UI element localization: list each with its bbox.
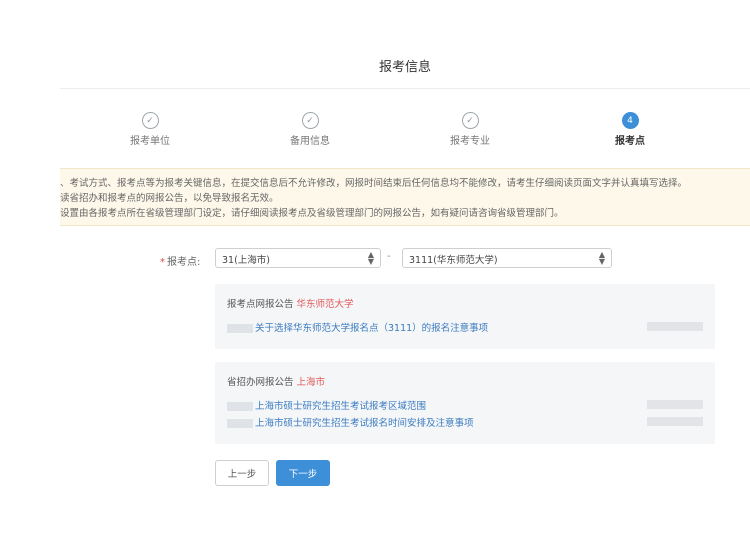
next-step-button[interactable]: 下一步 <box>276 460 330 486</box>
step-4: 4 报考点 <box>590 112 670 147</box>
select-arrows-icon: ▲ ▼ <box>598 250 605 266</box>
step-indicator: ✓ 报考单位 ✓ 备用信息 ✓ 报考专业 4 报考点 <box>60 112 750 152</box>
registration-page: 报考信息 ✓ 报考单位 ✓ 备用信息 ✓ 报考专业 4 报考点 、考试方式、报考… <box>60 40 750 520</box>
redacted-text <box>227 402 253 411</box>
notice-link[interactable]: 上海市硕士研究生招生考试报名时间安排及注意事项 <box>255 418 474 429</box>
notice-title-text: 报考点网报公告 <box>227 299 294 310</box>
notice-box: 、考试方式、报考点等为报考关键信息，在提交信息后不允许修改，网报时间结束后任何信… <box>60 168 750 226</box>
redacted-date <box>647 400 703 409</box>
notice-link-row: 上海市硕士研究生招生考试报名时间安排及注意事项 <box>227 415 703 429</box>
notice-line: 读省招办和报考点的网报公告，以免导致报名无效。 <box>60 193 279 204</box>
notice-link[interactable]: 上海市硕士研究生招生考试报考区域范围 <box>255 401 426 412</box>
step-number-icon: 4 <box>621 112 639 129</box>
site-notice-title: 报考点网报公告 华东师范大学 <box>227 296 703 310</box>
site-select[interactable]: 3111(华东师范大学) ▲ ▼ <box>402 248 612 268</box>
prev-step-button[interactable]: 上一步 <box>215 460 269 486</box>
step-label: 报考点 <box>615 136 645 147</box>
step-label: 报考专业 <box>450 136 490 147</box>
check-icon: ✓ <box>141 112 159 129</box>
notice-link[interactable]: 关于选择华东师范大学报名点（3111）的报名注意事项 <box>255 323 488 334</box>
select-separator: - <box>387 251 391 262</box>
title-divider <box>60 88 750 89</box>
notice-line: 、考试方式、报考点等为报考关键信息，在提交信息后不允许修改，网报时间结束后任何信… <box>60 178 688 189</box>
province-notice-title: 省招办网报公告 上海市 <box>227 374 703 388</box>
province-select-value: 31(上海市) <box>222 255 271 266</box>
step-2: ✓ 备用信息 <box>270 112 350 147</box>
redacted-text <box>227 324 253 333</box>
page-title: 报考信息 <box>378 60 431 75</box>
province-select[interactable]: 31(上海市) ▲ ▼ <box>215 248 381 268</box>
step-label: 备用信息 <box>290 136 330 147</box>
required-mark: * <box>160 257 165 268</box>
notice-link-row: 上海市硕士研究生招生考试报考区域范围 <box>227 398 703 412</box>
notice-link-row: 关于选择华东师范大学报名点（3111）的报名注意事项 <box>227 320 703 334</box>
select-arrows-icon: ▲ ▼ <box>367 250 374 266</box>
site-notice-panel: 报考点网报公告 华东师范大学 关于选择华东师范大学报名点（3111）的报名注意事… <box>215 284 715 349</box>
field-label-text: 报考点: <box>167 257 201 268</box>
site-select-value: 3111(华东师范大学) <box>409 255 498 266</box>
check-icon: ✓ <box>301 112 319 129</box>
redacted-date <box>647 417 703 426</box>
notice-line: 设置由各报考点所在省级管理部门设定，请仔细阅读报考点及省级管理部门的网报公告，如… <box>60 208 564 219</box>
site-field-label: * 报考点: <box>160 253 200 268</box>
notice-title-highlight: 华东师范大学 <box>296 299 354 310</box>
step-1: ✓ 报考单位 <box>110 112 190 147</box>
notice-title-text: 省招办网报公告 <box>227 377 294 388</box>
step-3: ✓ 报考专业 <box>430 112 510 147</box>
check-icon: ✓ <box>461 112 479 129</box>
province-notice-panel: 省招办网报公告 上海市 上海市硕士研究生招生考试报考区域范围 上海市硕士研究生招… <box>215 362 715 444</box>
step-label: 报考单位 <box>130 136 170 147</box>
redacted-text <box>227 419 253 428</box>
notice-title-highlight: 上海市 <box>296 377 326 388</box>
redacted-date <box>647 322 703 331</box>
